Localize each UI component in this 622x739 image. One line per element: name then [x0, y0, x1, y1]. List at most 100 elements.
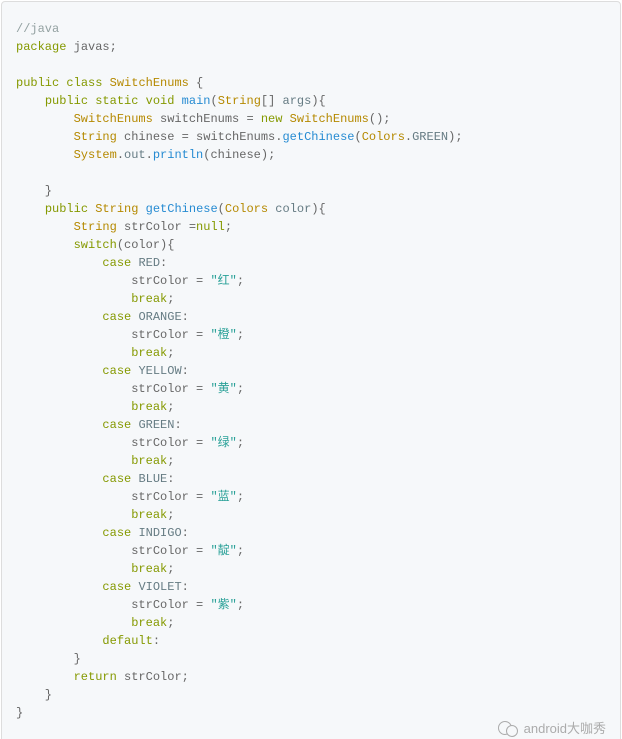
token-plain: ; — [167, 508, 174, 522]
token-type: String — [218, 94, 261, 108]
token-keyword: case — [102, 364, 131, 378]
token-keyword: case — [102, 580, 131, 594]
wechat-icon — [498, 721, 518, 737]
token-plain: ; — [237, 328, 244, 342]
token-class: SwitchEnums — [110, 76, 189, 90]
token-keyword: break — [131, 454, 167, 468]
token-plain — [174, 94, 181, 108]
token-plain: javas; — [66, 40, 116, 54]
token-plain: } — [16, 184, 52, 198]
token-plain: } — [16, 688, 52, 702]
token-plain: ; — [167, 346, 174, 360]
token-plain: ; — [237, 274, 244, 288]
token-keyword: break — [131, 346, 167, 360]
token-plain — [16, 220, 74, 234]
token-ident: GREEN — [412, 130, 448, 144]
token-ident: args — [283, 94, 312, 108]
token-method: main — [182, 94, 211, 108]
token-plain — [16, 472, 102, 486]
code-block: //java package javas; public class Switc… — [1, 1, 621, 739]
token-plain: : — [153, 634, 160, 648]
token-plain: } — [16, 652, 81, 666]
token-type: System — [74, 148, 117, 162]
token-plain — [138, 202, 145, 216]
token-keyword: public — [45, 94, 88, 108]
watermark: android大咖秀 — [498, 720, 606, 738]
token-plain: : — [182, 310, 189, 324]
token-type: Colors — [225, 202, 268, 216]
token-keyword: switch — [74, 238, 117, 252]
token-plain: : — [160, 256, 167, 270]
token-plain — [16, 346, 131, 360]
token-keyword: case — [102, 418, 131, 432]
token-plain: ; — [237, 544, 244, 558]
token-ident: RED — [138, 256, 160, 270]
token-keyword: break — [131, 292, 167, 306]
token-plain — [16, 400, 131, 414]
token-plain: strColor = — [16, 328, 210, 342]
token-plain: : — [167, 472, 174, 486]
token-keyword: break — [131, 508, 167, 522]
token-type: SwitchEnums — [74, 112, 153, 126]
token-comment: //java — [16, 22, 59, 36]
token-plain: ; — [167, 616, 174, 630]
token-plain: { — [189, 76, 203, 90]
token-keyword: static — [95, 94, 138, 108]
token-string: "蓝" — [210, 490, 236, 504]
token-string: "紫" — [210, 598, 236, 612]
token-plain: ; — [237, 436, 244, 450]
token-keyword: package — [16, 40, 66, 54]
token-plain — [102, 76, 109, 90]
watermark-text: android大咖秀 — [524, 720, 606, 738]
token-plain: ; — [167, 292, 174, 306]
token-plain: ); — [448, 130, 462, 144]
token-method: println — [153, 148, 203, 162]
token-plain — [16, 292, 131, 306]
token-plain: strColor = — [16, 544, 210, 558]
token-keyword: public — [45, 202, 88, 216]
token-plain: strColor = — [16, 490, 210, 504]
token-keyword: break — [131, 562, 167, 576]
token-plain: ){ — [311, 202, 325, 216]
token-plain — [16, 580, 102, 594]
token-keyword: void — [146, 94, 175, 108]
token-plain: ; — [237, 382, 244, 396]
token-ident: GREEN — [138, 418, 174, 432]
token-plain: strColor = — [16, 598, 210, 612]
token-plain: (); — [369, 112, 391, 126]
token-plain — [16, 454, 131, 468]
token-keyword: case — [102, 526, 131, 540]
token-plain — [16, 112, 74, 126]
token-keyword: null — [196, 220, 225, 234]
token-plain — [16, 94, 45, 108]
token-string: "红" — [210, 274, 236, 288]
token-ident: VIOLET — [138, 580, 181, 594]
token-plain: strColor = — [117, 220, 196, 234]
token-method: getChinese — [282, 130, 354, 144]
token-plain: . — [146, 148, 153, 162]
token-plain — [16, 634, 102, 648]
token-type: String — [74, 220, 117, 234]
token-ident: INDIGO — [138, 526, 181, 540]
token-plain: : — [182, 580, 189, 594]
token-type: String — [95, 202, 138, 216]
token-plain — [282, 112, 289, 126]
token-plain: } — [16, 706, 23, 720]
token-keyword: break — [131, 616, 167, 630]
token-keyword: new — [261, 112, 283, 126]
token-plain — [16, 238, 74, 252]
token-keyword: case — [102, 310, 131, 324]
token-ident: YELLOW — [138, 364, 181, 378]
token-plain — [16, 562, 131, 576]
token-plain: ; — [167, 400, 174, 414]
token-plain — [16, 256, 102, 270]
token-keyword: return — [74, 670, 117, 684]
token-plain: : — [174, 418, 181, 432]
token-plain — [16, 526, 102, 540]
token-keyword: break — [131, 400, 167, 414]
token-plain: ; — [167, 454, 174, 468]
token-plain: strColor = — [16, 274, 210, 288]
token-keyword: class — [66, 76, 102, 90]
token-plain — [16, 148, 74, 162]
token-plain: ( — [354, 130, 361, 144]
